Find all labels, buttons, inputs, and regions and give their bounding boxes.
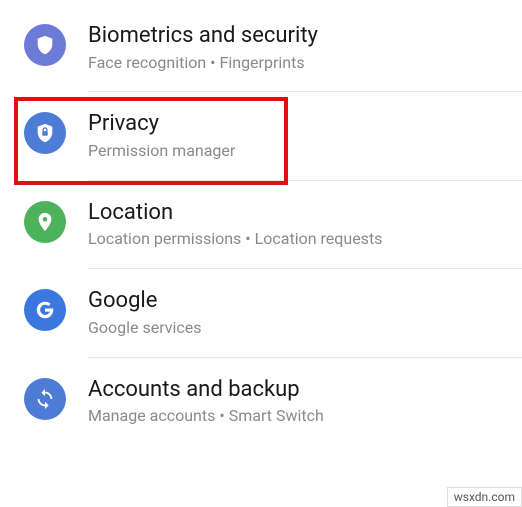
item-text: Privacy Permission manager [88, 110, 502, 161]
watermark: wsxdn.com [447, 487, 522, 507]
item-title: Location [88, 199, 502, 228]
item-text: Accounts and backup Manage accounts • Sm… [88, 376, 502, 427]
item-subtitle: Permission manager [88, 141, 502, 162]
item-subtitle: Manage accounts • Smart Switch [88, 406, 502, 427]
settings-list: Biometrics and security Face recognition… [0, 0, 522, 507]
item-title: Google [88, 287, 502, 316]
list-item-location[interactable]: Location Location permissions • Location… [0, 181, 522, 268]
item-text: Location Location permissions • Location… [88, 199, 502, 250]
item-text: Biometrics and security Face recognition… [88, 22, 502, 73]
item-text: Google Google services [88, 287, 502, 338]
item-title: Biometrics and security [88, 22, 502, 51]
pin-icon [24, 201, 66, 243]
shield-icon [24, 24, 66, 66]
list-item-accounts[interactable]: Accounts and backup Manage accounts • Sm… [0, 358, 522, 445]
list-item-privacy[interactable]: Privacy Permission manager [0, 92, 522, 179]
item-subtitle: Location permissions • Location requests [88, 229, 502, 250]
item-title: Privacy [88, 110, 502, 139]
list-item-google[interactable]: Google Google services [0, 269, 522, 356]
sync-icon [24, 378, 66, 420]
lock-shield-icon [24, 112, 66, 154]
list-item-biometrics[interactable]: Biometrics and security Face recognition… [0, 4, 522, 91]
item-subtitle: Face recognition • Fingerprints [88, 53, 502, 74]
item-title: Accounts and backup [88, 376, 502, 405]
item-subtitle: Google services [88, 318, 502, 339]
google-icon [24, 289, 66, 331]
